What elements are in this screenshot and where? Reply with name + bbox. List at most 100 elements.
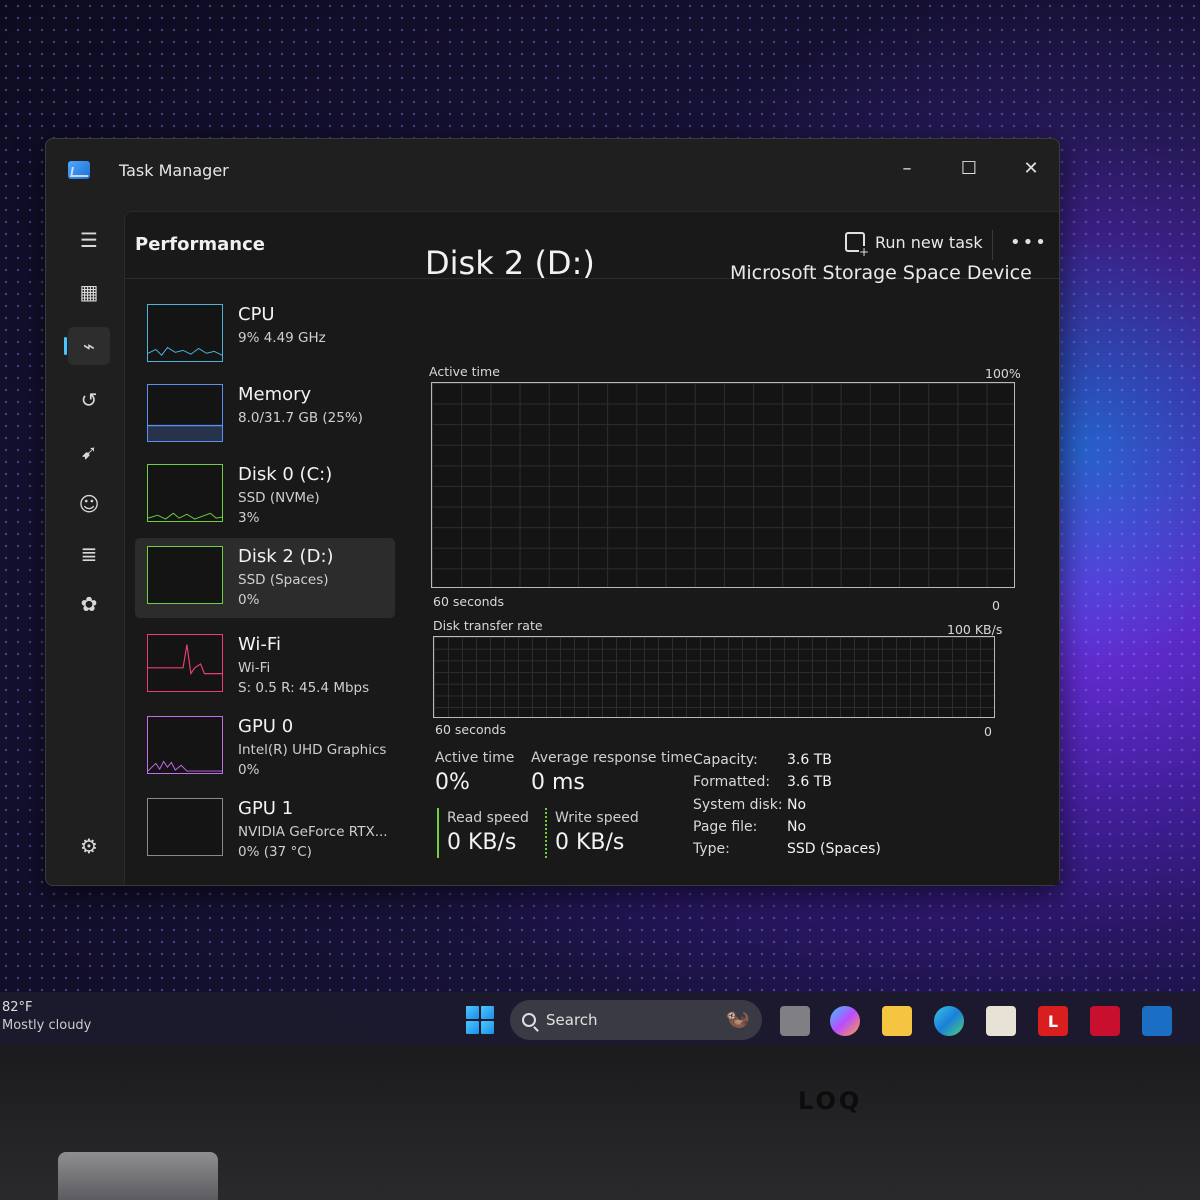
device-usage: 0%	[238, 762, 260, 778]
mcafee-shield-icon[interactable]	[1090, 1006, 1120, 1036]
device-usage: 0%	[238, 592, 260, 608]
read-speed-indicator	[437, 808, 439, 858]
app-history-icon[interactable]: ↺	[68, 381, 110, 419]
search-icon	[522, 1013, 536, 1027]
title-bar[interactable]: Task Manager – ☐ ✕	[46, 139, 1059, 205]
startup-apps-icon[interactable]: ➹	[68, 433, 110, 471]
transfer-rate-graph-min: 0	[984, 724, 992, 739]
microsoft-store-icon[interactable]	[986, 1006, 1016, 1036]
device-type: SSD (NVMe)	[238, 490, 320, 506]
transfer-rate-graph-label: Disk transfer rate	[433, 618, 543, 633]
device-memory[interactable]: Memory 8.0/31.7 GB (25%)	[135, 376, 395, 456]
device-gpu-1[interactable]: GPU 1 NVIDIA GeForce RTX... 0% (37 °C)	[135, 790, 395, 870]
formatted-key: Formatted:	[693, 774, 771, 790]
device-disk-0[interactable]: Disk 0 (C:) SSD (NVMe) 3%	[135, 456, 395, 536]
system-disk-value: No	[787, 797, 807, 813]
memory-thumbnail-graph	[147, 384, 223, 442]
page-file-value: No	[787, 819, 807, 835]
write-speed-label: Write speed	[555, 810, 639, 826]
laptop-hinge	[58, 1152, 218, 1200]
page-file-key: Page file:	[693, 819, 758, 835]
laptop-bezel: LOQ	[0, 1045, 1200, 1200]
device-name: Memory	[238, 384, 312, 405]
device-type: Wi-Fi	[238, 660, 271, 676]
processes-icon[interactable]: ▦	[68, 273, 110, 311]
system-disk-key: System disk:	[693, 797, 783, 813]
lenovo-vantage-icon[interactable]: L	[1038, 1006, 1068, 1036]
device-usage: 3%	[238, 510, 260, 526]
windows-start-icon[interactable]	[466, 1006, 494, 1034]
minimize-button[interactable]: –	[884, 153, 930, 183]
response-time-label: Average response time	[531, 750, 693, 766]
active-time-graph-min: 0	[992, 598, 1000, 613]
response-time-value: 0 ms	[531, 770, 585, 795]
search-highlight-otter-icon: 🦦	[725, 1006, 750, 1030]
taskbar: 82°F Mostly cloudy Search 🦦 L	[0, 992, 1200, 1050]
device-usage: 0% (37 °C)	[238, 844, 312, 860]
maximize-button[interactable]: ☐	[946, 153, 992, 183]
services-icon[interactable]: ✿	[68, 585, 110, 623]
task-manager-window: Task Manager – ☐ ✕ ☰ ▦ ⌁ ↺ ➹ ☺ ≣ ✿ ⚙ Per…	[45, 138, 1060, 886]
more-options-icon[interactable]: •••	[1010, 232, 1048, 253]
close-button[interactable]: ✕	[1008, 153, 1054, 183]
performance-page: Performance Run new task ••• CPU 9% 4.49…	[124, 211, 1059, 885]
disk-2-thumbnail-graph	[147, 546, 223, 604]
device-name: Disk 2 (D:)	[238, 546, 334, 567]
device-throughput: S: 0.5 R: 45.4 Mbps	[238, 680, 370, 696]
active-time-label: Active time	[435, 750, 515, 766]
device-cpu[interactable]: CPU 9% 4.49 GHz	[135, 296, 395, 376]
taskbar-search[interactable]: Search 🦦	[510, 1000, 762, 1040]
device-model-name: Microsoft Storage Space Device	[730, 262, 1032, 284]
device-name: Disk 0 (C:)	[238, 464, 333, 485]
settings-gear-icon[interactable]: ⚙	[68, 827, 110, 865]
loq-brand-logo: LOQ	[798, 1087, 863, 1115]
details-icon[interactable]: ≣	[68, 535, 110, 573]
write-speed-value: 0 KB/s	[555, 830, 625, 855]
run-new-task-icon	[845, 232, 869, 258]
task-manager-app-icon	[68, 161, 90, 179]
detail-title: Disk 2 (D:)	[425, 244, 595, 282]
capacity-key: Capacity:	[693, 752, 758, 768]
formatted-value: 3.6 TB	[787, 774, 832, 790]
gpu-0-thumbnail-graph	[147, 716, 223, 774]
active-time-graph-label: Active time	[429, 364, 500, 379]
read-speed-label: Read speed	[447, 810, 529, 826]
edge-browser-icon[interactable]	[934, 1006, 964, 1036]
device-type: SSD (Spaces)	[238, 572, 329, 588]
file-explorer-icon[interactable]	[882, 1006, 912, 1036]
weather-temperature[interactable]: 82°F	[2, 1000, 33, 1015]
users-icon[interactable]: ☺	[68, 485, 110, 523]
search-placeholder: Search	[546, 1011, 598, 1029]
device-name: GPU 0	[238, 716, 294, 737]
hamburger-menu-icon[interactable]: ☰	[68, 221, 110, 259]
type-key: Type:	[693, 841, 730, 857]
device-name: Wi-Fi	[238, 634, 281, 655]
page-title: Performance	[135, 234, 265, 255]
device-name: CPU	[238, 304, 275, 325]
type-value: SSD (Spaces)	[787, 841, 881, 857]
run-new-task-label: Run new task	[875, 232, 983, 252]
toolbar-divider	[992, 230, 993, 260]
device-gpu-0[interactable]: GPU 0 Intel(R) UHD Graphics 0%	[135, 708, 395, 788]
transfer-rate-graph	[433, 636, 995, 718]
active-time-graph	[431, 382, 1015, 588]
device-disk-2[interactable]: Disk 2 (D:) SSD (Spaces) 0%	[135, 538, 395, 618]
gpu-1-thumbnail-graph	[147, 798, 223, 856]
performance-icon[interactable]: ⌁	[64, 327, 110, 365]
active-time-value: 0%	[435, 770, 470, 795]
device-model: NVIDIA GeForce RTX...	[238, 824, 388, 840]
device-name: GPU 1	[238, 798, 294, 819]
transfer-rate-graph-max: 100 KB/s	[947, 622, 1003, 637]
task-view-icon[interactable]	[780, 1006, 810, 1036]
window-title: Task Manager	[119, 161, 229, 180]
active-time-graph-xlabel: 60 seconds	[433, 594, 504, 609]
read-speed-value: 0 KB/s	[447, 830, 517, 855]
weather-description[interactable]: Mostly cloudy	[2, 1018, 91, 1033]
disk-0-thumbnail-graph	[147, 464, 223, 522]
outlook-icon[interactable]	[1142, 1006, 1172, 1036]
device-wifi[interactable]: Wi-Fi Wi-Fi S: 0.5 R: 45.4 Mbps	[135, 626, 395, 706]
run-new-task-button[interactable]: Run new task	[845, 232, 983, 258]
write-speed-indicator	[545, 808, 547, 858]
copilot-icon[interactable]	[830, 1006, 860, 1036]
navigation-rail: ☰ ▦ ⌁ ↺ ➹ ☺ ≣ ✿ ⚙	[46, 209, 126, 885]
